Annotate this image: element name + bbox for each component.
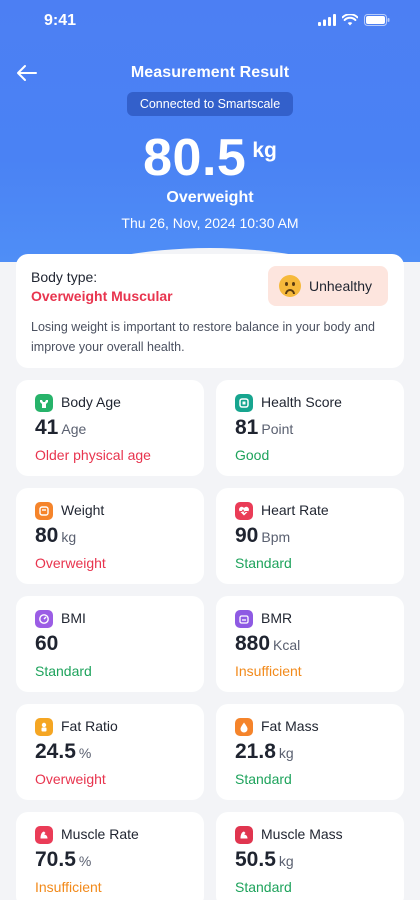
metric-card-heart-rate[interactable]: Heart Rate 90 Bpm Standard	[216, 488, 404, 584]
fat-ratio-icon	[35, 718, 53, 736]
weight-icon	[35, 502, 53, 520]
metric-value: 80	[35, 524, 59, 547]
metric-value: 24.5	[35, 740, 76, 763]
weight-status: Overweight	[166, 189, 254, 206]
metric-label: Body Age	[61, 394, 121, 410]
battery-icon	[364, 14, 390, 26]
health-status-badge: Unhealthy	[268, 266, 388, 306]
heart-rate-icon	[235, 502, 253, 520]
body-type-value: Overweight Muscular	[31, 288, 173, 304]
metric-status: Overweight	[35, 771, 106, 787]
metric-unit: %	[78, 745, 92, 761]
metric-unit: kg	[278, 745, 294, 761]
metric-card-health-score[interactable]: Health Score 81 Point Good	[216, 380, 404, 476]
metric-value: 50.5	[235, 848, 276, 871]
wifi-icon	[342, 14, 358, 26]
body-age-icon	[35, 394, 53, 412]
metric-card-fat-mass[interactable]: Fat Mass 21.8 kg Standard	[216, 704, 404, 800]
metric-value-row: 50.5 kg	[235, 848, 294, 872]
metric-label: BMI	[61, 610, 86, 626]
metric-unit: kg	[61, 529, 77, 545]
metric-card-weight[interactable]: Weight 80 kg Overweight	[16, 488, 204, 584]
bmr-icon	[235, 610, 253, 628]
metric-card-muscle-rate[interactable]: Muscle Rate 70.5% Insufficient	[16, 812, 204, 900]
metric-card-body-age[interactable]: Body Age 41 Age Older physical age	[16, 380, 204, 476]
page-title: Measurement Result	[130, 64, 290, 81]
status-time: 9:41	[44, 12, 77, 29]
metric-value-row: 21.8 kg	[235, 740, 294, 764]
metric-status: Good	[235, 447, 270, 463]
metric-status: Insufficient	[235, 663, 302, 679]
body-type-card: Body type: Overweight Muscular Unhealthy…	[16, 254, 404, 368]
metric-unit: Bpm	[261, 529, 291, 545]
metric-label: Muscle Rate	[61, 826, 139, 842]
metric-label: Muscle Mass	[261, 826, 343, 842]
health-score-icon	[235, 394, 253, 412]
metric-value-row: 90 Bpm	[235, 524, 290, 548]
bmi-icon	[35, 610, 53, 628]
metric-label: Heart Rate	[261, 502, 329, 518]
metric-label: Fat Mass	[261, 718, 319, 734]
metric-value-row: 80 kg	[35, 524, 76, 548]
metric-unit: kg	[278, 853, 294, 869]
metric-value: 70.5	[35, 848, 76, 871]
status-bar: 9:41	[0, 0, 420, 44]
metric-status: Insufficient	[35, 879, 102, 895]
weight-display: 80.5 kg	[0, 128, 420, 188]
metric-value-row: 81 Point	[235, 416, 293, 440]
metric-label: Health Score	[261, 394, 342, 410]
metric-unit: Kcal	[273, 637, 301, 653]
metric-status: Standard	[235, 555, 292, 571]
signal-icon	[318, 14, 336, 26]
body-type-label: Body type:	[31, 269, 98, 285]
metric-value-row: 60	[35, 632, 61, 656]
metric-status: Older physical age	[35, 447, 151, 463]
metric-status: Standard	[35, 663, 92, 679]
body-type-description: Losing weight is important to restore ba…	[31, 320, 375, 354]
metric-unit: Age	[61, 421, 87, 437]
weight-unit: kg	[252, 139, 277, 162]
metric-value: 90	[235, 524, 259, 547]
metric-value: 81	[235, 416, 259, 439]
status-icons	[318, 14, 390, 26]
fat-mass-icon	[235, 718, 253, 736]
connection-badge: Connected to Smartscale	[127, 92, 293, 116]
metric-value-row: 70.5%	[35, 848, 91, 872]
sad-face-icon	[279, 275, 301, 297]
metric-value-row: 41 Age	[35, 416, 86, 440]
metric-label: BMR	[261, 610, 293, 626]
metric-unit: %	[78, 853, 92, 869]
metric-label: Weight	[61, 502, 105, 518]
measurement-date: Thu 26, Nov, 2024 10:30 AM	[121, 215, 299, 231]
metric-status: Standard	[235, 879, 292, 895]
weight-value: 80.5	[143, 129, 247, 187]
metric-label: Fat Ratio	[61, 718, 118, 734]
metric-status: Overweight	[35, 555, 106, 571]
metric-value-row: 880 Kcal	[235, 632, 300, 656]
metric-card-bmi[interactable]: BMI 60 Standard	[16, 596, 204, 692]
metric-value: 880	[235, 632, 271, 655]
metric-status: Standard	[235, 771, 292, 787]
health-status-label: Unhealthy	[309, 278, 373, 294]
muscle-mass-icon	[235, 826, 253, 844]
metric-card-muscle-mass[interactable]: Muscle Mass 50.5 kg Standard	[216, 812, 404, 900]
metric-value-row: 24.5%	[35, 740, 91, 764]
metric-unit: Point	[261, 421, 294, 437]
metric-value: 41	[35, 416, 59, 439]
metric-value: 60	[35, 632, 59, 655]
metric-card-bmr[interactable]: BMR 880 Kcal Insufficient	[216, 596, 404, 692]
metric-card-fat-ratio[interactable]: Fat Ratio 24.5% Overweight	[16, 704, 204, 800]
metric-value: 21.8	[235, 740, 276, 763]
muscle-rate-icon	[35, 826, 53, 844]
